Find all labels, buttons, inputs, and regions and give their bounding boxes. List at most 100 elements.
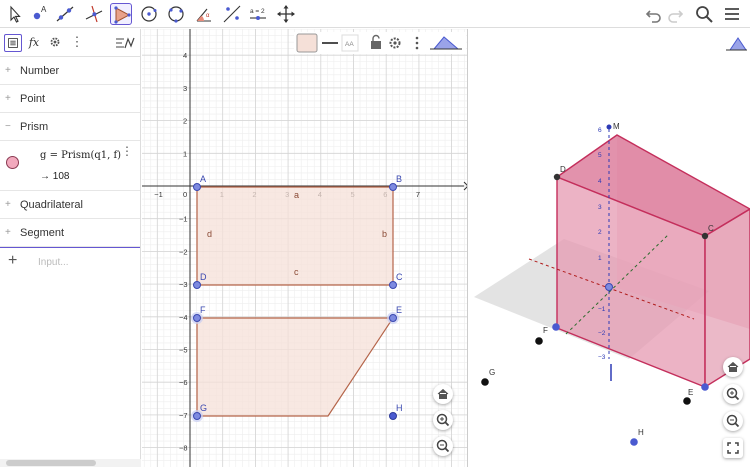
redo-icon[interactable] — [664, 3, 686, 25]
point-h-label: H — [396, 403, 403, 413]
zoom-in-button[interactable] — [433, 410, 453, 430]
zoom-out-3d-button[interactable] — [723, 411, 743, 431]
reflect-tool-icon[interactable] — [221, 3, 243, 25]
circle-tool-icon[interactable] — [138, 3, 160, 25]
point-3d-g[interactable] — [481, 378, 489, 386]
search-icon[interactable] — [693, 3, 715, 25]
svg-text:α: α — [206, 13, 210, 19]
category-label: Point — [20, 93, 46, 105]
y-tick-label: −2 — [179, 247, 188, 256]
point-3d-d[interactable] — [553, 173, 561, 181]
y-tick-label: −6 — [179, 378, 188, 387]
x-tick-label: 7 — [416, 190, 420, 199]
view-toggle-icon[interactable] — [430, 36, 462, 50]
move-tool-icon[interactable] — [4, 3, 26, 25]
z-tick-label: 2 — [598, 229, 602, 236]
point-3d-c[interactable] — [701, 232, 709, 240]
item-kebab-icon[interactable]: ⋮ — [121, 144, 133, 158]
move-graphics-tool-icon[interactable] — [275, 3, 297, 25]
polygon-tool-icon[interactable] — [110, 3, 132, 25]
origin-point[interactable] — [605, 283, 613, 291]
point-b[interactable] — [389, 183, 397, 191]
point-b-label: B — [396, 174, 402, 184]
category-segment[interactable]: + Segment — [0, 219, 140, 247]
graph-style-icon[interactable] — [114, 34, 136, 52]
scrollbar-thumb[interactable] — [6, 460, 96, 466]
point-d[interactable] — [193, 281, 201, 289]
point-h[interactable] — [389, 412, 397, 420]
x-tick-label: 0 — [183, 190, 187, 199]
edge-label-c: c — [294, 267, 299, 277]
zoom-out-button[interactable] — [433, 436, 453, 456]
angle-tool-icon[interactable]: α — [193, 3, 215, 25]
point-3d-black-1[interactable] — [535, 337, 543, 345]
point-3d-black-2[interactable] — [683, 397, 691, 405]
perpendicular-line-tool-icon[interactable] — [83, 3, 105, 25]
category-label: Number — [20, 65, 60, 77]
expand-icon[interactable]: + — [5, 93, 11, 104]
graphics-3d-canvas[interactable]: 6 5 4 3 2 1 −1 −2 −3 D C M F E G H — [469, 29, 750, 467]
input-bar[interactable]: + Input... — [0, 247, 140, 275]
point-f[interactable] — [193, 314, 201, 322]
y-tick-label: −1 — [179, 215, 188, 224]
z-tick-label: 1 — [598, 255, 602, 262]
category-number[interactable]: + Number — [0, 57, 140, 85]
point-c-label: C — [396, 272, 403, 282]
style-bar-kebab-icon[interactable] — [415, 36, 419, 50]
view-3d-toggle[interactable] — [724, 33, 748, 55]
input-placeholder: Input... — [38, 257, 69, 268]
lock-icon[interactable] — [371, 34, 381, 50]
y-tick-label: −3 — [179, 280, 188, 289]
prism-value: → 108 — [40, 171, 70, 182]
kebab-menu-icon[interactable]: ⋮ — [68, 34, 86, 52]
undo-icon[interactable] — [643, 3, 665, 25]
sort-icon[interactable] — [4, 34, 22, 52]
point-a[interactable] — [193, 183, 201, 191]
slider-tool-icon[interactable]: a = 2 — [247, 3, 269, 25]
prism-net-polygon[interactable] — [196, 317, 395, 417]
z-tick-label: 6 — [598, 127, 602, 134]
expand-icon[interactable]: + — [5, 199, 11, 210]
point-c[interactable] — [389, 281, 397, 289]
edge-label-b: b — [382, 229, 387, 239]
home-button[interactable] — [433, 384, 453, 404]
visibility-toggle[interactable] — [6, 156, 19, 169]
point-3d-m[interactable] — [606, 124, 612, 130]
graphics-2d-canvas[interactable]: −1012345674321−1−2−3−4−5−6−7−8 a b c d A… — [142, 29, 468, 467]
expand-icon[interactable]: + — [5, 65, 11, 76]
prism-item[interactable]: g = Prism(q1, f) → 108 ⋮ — [0, 141, 140, 191]
point-3d-g-label: G — [489, 368, 495, 377]
point-3d-e-label: E — [688, 388, 693, 397]
category-prism[interactable]: − Prism — [0, 113, 140, 141]
point-tool-icon[interactable]: A — [28, 3, 50, 25]
gear-icon[interactable] — [46, 34, 64, 52]
home-icon — [727, 361, 739, 372]
zoom-in-3d-button[interactable] — [723, 384, 743, 404]
zoom-out-icon — [726, 414, 740, 428]
point-e[interactable] — [389, 314, 397, 322]
edge-label-d: d — [207, 229, 212, 239]
point-3d-h[interactable] — [630, 438, 638, 446]
prism-definition[interactable]: g = Prism(q1, f) — [40, 150, 121, 161]
z-tick-label: 5 — [598, 152, 602, 159]
horizontal-scrollbar[interactable] — [0, 459, 141, 467]
point-3d-f[interactable] — [552, 323, 560, 331]
graphics-2d-view[interactable]: −1012345674321−1−2−3−4−5−6−7−8 a b c d A… — [142, 29, 468, 467]
expand-icon[interactable]: + — [5, 227, 11, 238]
line-tool-icon[interactable] — [54, 3, 76, 25]
y-tick-label: −8 — [179, 444, 188, 453]
point-g[interactable] — [193, 412, 201, 420]
menu-icon[interactable] — [721, 3, 743, 25]
fx-icon[interactable]: fx — [25, 34, 43, 52]
category-point[interactable]: + Point — [0, 85, 140, 113]
home-3d-button[interactable] — [723, 357, 743, 377]
point-3d-blue-corner[interactable] — [701, 383, 709, 391]
circle-through-points-tool-icon[interactable] — [165, 3, 187, 25]
fullscreen-button[interactable] — [723, 438, 743, 458]
add-icon[interactable]: + — [8, 252, 17, 270]
collapse-icon[interactable]: − — [5, 121, 11, 132]
color-swatch-button[interactable] — [296, 33, 318, 53]
graphics-3d-view[interactable]: 6 5 4 3 2 1 −1 −2 −3 D C M F E G H — [469, 29, 750, 467]
settings-gear-icon[interactable] — [389, 37, 401, 49]
category-quadrilateral[interactable]: + Quadrilateral — [0, 191, 140, 219]
